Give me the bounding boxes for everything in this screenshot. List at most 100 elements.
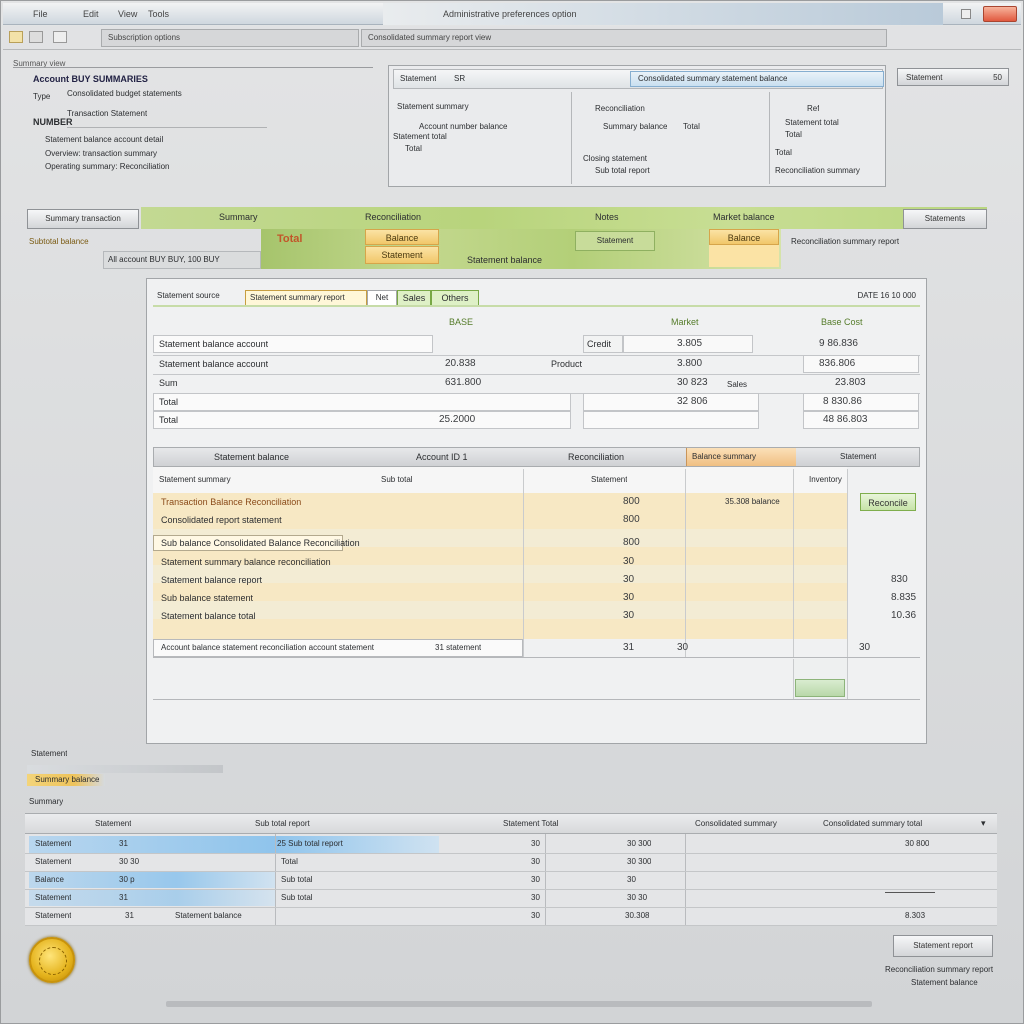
total-cell[interactable] [795, 679, 845, 697]
left-head: Statement summary [397, 102, 469, 111]
table-row[interactable]: Account balance statement reconciliation… [153, 639, 920, 657]
lower-grid: Statement Sub total report Statement Tot… [25, 813, 997, 926]
close-button[interactable] [983, 6, 1017, 22]
summary-row-1-mid: Credit [587, 339, 612, 349]
table-row[interactable]: Statement 30 30 Total 30 30 300 [25, 854, 997, 872]
side-statement-button[interactable]: Statement 50 [897, 68, 1009, 86]
row-5-c1: Statement balance report [161, 575, 263, 585]
table-row[interactable]: Statement summary balance reconciliation… [153, 553, 847, 571]
table-row[interactable]: Statement balance report 30 830 [153, 571, 920, 589]
row-marker [885, 892, 935, 893]
summary-row-3-v3: 23.803 [835, 377, 866, 388]
lower-sort-icon[interactable]: ▾ [981, 818, 986, 829]
band-green-chip[interactable]: Statement [575, 231, 655, 251]
tab-consolidated-label: Consolidated summary statement balance [638, 74, 788, 83]
balance-chip-2[interactable]: Balance [709, 229, 779, 245]
summary-row-3-label: Sum [159, 378, 178, 388]
footer-text-1: Reconciliation summary report [885, 965, 994, 974]
app-window: File Edit View Tools Administrative pref… [0, 0, 1024, 1024]
lower-row-4-e: 30 30 [627, 893, 648, 902]
statements-button[interactable]: Statements [903, 209, 987, 229]
row-8-c2: 31 statement [435, 643, 482, 652]
tab-sales[interactable]: Sales [397, 290, 431, 306]
maximize-icon[interactable] [961, 9, 971, 19]
balance-chip[interactable]: Balance [365, 229, 439, 245]
table-row[interactable]: Statement 31 Sub total 30 30 30 [25, 890, 997, 908]
sub-head-3: Statement [591, 475, 628, 484]
table-row[interactable]: Transaction Balance Reconciliation 800 3… [153, 493, 847, 511]
grid-head-3[interactable]: Reconciliation [568, 452, 624, 462]
reconcile-button[interactable]: Reconcile [860, 493, 916, 511]
folder-icon[interactable] [9, 31, 23, 43]
table-row[interactable]: Statement 31 25 Sub total report 30 30 3… [25, 836, 997, 854]
table-row[interactable]: Consolidated report statement 800 [153, 511, 847, 529]
grid-head-2[interactable]: Account ID 1 [416, 452, 468, 462]
row-5-c5: 830 [891, 574, 908, 585]
grid-head-1[interactable]: Statement balance [214, 452, 289, 462]
summary-transaction-button[interactable]: Summary transaction [27, 209, 139, 229]
menu-tools[interactable]: Tools [148, 9, 169, 19]
lower-head-5[interactable]: Consolidated summary total [823, 819, 922, 828]
statement-tab-bar: Statement SR Consolidated summary statem… [393, 69, 884, 89]
footer-text-2: Statement balance [911, 978, 978, 987]
summary-input-5b[interactable] [583, 411, 759, 429]
left-row-3: Total [405, 144, 422, 153]
row-6-c1: Sub balance statement [161, 593, 254, 603]
lower-head-3[interactable]: Statement Total [503, 819, 558, 828]
lower-row-3-e: 30 [627, 875, 636, 884]
summary-row-2-mid: Product [551, 359, 583, 369]
table-row[interactable]: Sub balance statement 30 8.835 [153, 589, 920, 607]
tab-others[interactable]: Others [431, 290, 479, 306]
summary-input-4b[interactable] [583, 393, 759, 411]
account-filter-input[interactable]: All account BUY BUY, 100 BUY [103, 251, 261, 269]
row-8-c4: 30 [677, 642, 689, 653]
table-row[interactable]: Statement 31 Statement balance 30 30.308… [25, 908, 997, 926]
lower-slider-track[interactable] [27, 765, 223, 773]
print-icon[interactable] [53, 31, 67, 43]
lower-head-1[interactable]: Statement [95, 819, 131, 828]
right-row-2: Total [785, 130, 802, 139]
horizontal-scrollbar[interactable] [166, 1001, 872, 1007]
right-row-3: Total [775, 148, 792, 157]
summary-row-2-v2: 3.800 [677, 358, 703, 369]
tab-net[interactable]: Net [367, 290, 397, 306]
divider [67, 127, 267, 128]
summary-view-field[interactable]: Consolidated summary report view [361, 29, 887, 47]
number-value: Transaction Statement [67, 109, 148, 118]
menu-edit[interactable]: Edit [83, 9, 99, 19]
divider [153, 305, 920, 307]
grid-head-5[interactable]: Statement [840, 452, 876, 461]
menu-view[interactable]: View [118, 9, 137, 19]
lower-head-4[interactable]: Consolidated summary [695, 819, 777, 828]
lower-head-2[interactable]: Sub total report [255, 819, 310, 828]
left-row-2: Statement total [393, 132, 447, 141]
table-row[interactable]: Sub balance Consolidated Balance Reconci… [153, 535, 847, 553]
tab-statement[interactable]: Statement [400, 74, 436, 83]
lower-grid-header: Statement Sub total report Statement Tot… [25, 814, 997, 834]
menu-file[interactable]: File [33, 9, 48, 19]
lower-row-1-a: Statement [35, 839, 72, 848]
tab-sr[interactable]: SR [454, 74, 465, 83]
lower-row-2-b: 30 30 [119, 857, 140, 866]
lower-label-2: Summary balance [35, 775, 100, 784]
lower-row-1-f: 30 800 [905, 839, 930, 848]
row-4-c3: 30 [623, 556, 635, 567]
mid-head: Reconciliation [595, 104, 645, 113]
summary-input-4[interactable] [153, 393, 571, 411]
lower-row-2-e: 30 300 [627, 857, 652, 866]
statement-report-button[interactable]: Statement report [893, 935, 993, 957]
right-row-1: Statement total [785, 118, 839, 127]
summary-input-5[interactable] [153, 411, 571, 429]
table-row[interactable]: Balance 30 p Sub total 30 30 [25, 872, 997, 890]
lower-row-4-d: 30 [531, 893, 540, 902]
account-title: Account BUY SUMMARIES [33, 74, 148, 84]
orange-fill [709, 245, 779, 267]
balance-statement-chip[interactable]: Statement [365, 246, 439, 264]
table-row[interactable]: Statement balance total 30 10.36 [153, 607, 920, 625]
subscription-field[interactable]: Subscription options [101, 29, 359, 47]
tab-statement-summary[interactable]: Statement summary report [245, 290, 367, 306]
row-1-c4: 35.308 balance [725, 497, 780, 506]
mid-row-2: Closing statement [583, 154, 648, 163]
summary-row-4-v2: 32 806 [677, 396, 708, 407]
save-icon[interactable] [29, 31, 43, 43]
